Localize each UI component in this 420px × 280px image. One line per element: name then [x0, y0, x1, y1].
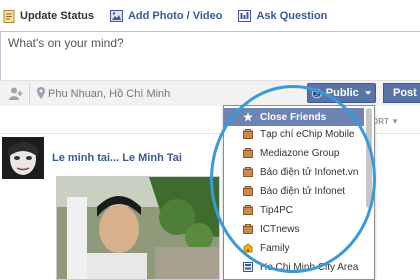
- chevron-down-icon: ▼: [391, 117, 400, 126]
- post-button[interactable]: Post: [383, 83, 420, 103]
- menu-item-label: Báo điện tử Infonet: [260, 185, 346, 197]
- tab-add-photo-video[interactable]: Add Photo / Video: [109, 10, 223, 22]
- menu-item-label: Family: [260, 242, 290, 254]
- menu-item-label: Tạp chí eChip Mobile: [260, 128, 355, 140]
- menu-item-close-friends[interactable]: Close Friends: [224, 108, 364, 126]
- list-icon: [243, 148, 253, 158]
- tab-label: Ask Question: [256, 10, 328, 22]
- tab-label: Update Status: [20, 10, 94, 22]
- menu-item-list[interactable]: Báo điện tử Infonet: [224, 182, 364, 200]
- menu-item-label: Báo điện tử Infonet.vn: [260, 166, 359, 178]
- post-label: Post: [393, 87, 417, 99]
- family-icon: [243, 243, 253, 253]
- divider: [29, 84, 30, 104]
- location-list-icon: [243, 262, 253, 272]
- star-icon: [243, 112, 253, 122]
- menu-item-location-list[interactable]: Ho Chi Minh City Area: [224, 258, 364, 276]
- menu-item-label: Ho Chi Minh City Area: [260, 261, 359, 273]
- composer-tabs: Update Status Add Photo / Video Ask Ques…: [0, 0, 420, 32]
- list-icon: [243, 224, 253, 234]
- post-photo[interactable]: [56, 176, 220, 280]
- tab-ask-question[interactable]: Ask Question: [238, 10, 327, 22]
- status-icon: [3, 9, 15, 23]
- menu-item-list[interactable]: Tip4PC: [224, 201, 364, 219]
- dropdown-scrollbar[interactable]: [366, 108, 372, 208]
- list-icon: [243, 205, 253, 215]
- question-icon: [238, 10, 252, 22]
- status-input[interactable]: [1, 32, 420, 80]
- menu-item-label: Tip4PC: [260, 204, 293, 216]
- avatar[interactable]: [2, 137, 44, 179]
- audience-dropdown-menu: Close Friends Tạp chí eChip Mobile Media…: [223, 105, 375, 280]
- location-pin-icon: [37, 87, 45, 99]
- tab-update-status[interactable]: Update Status: [3, 9, 94, 23]
- menu-item-label: Close Friends: [260, 111, 327, 123]
- menu-item-label: ICTnews: [260, 223, 300, 235]
- menu-item-list[interactable]: Tạp chí eChip Mobile: [224, 125, 364, 143]
- list-icon: [243, 167, 253, 177]
- globe-icon: [312, 88, 322, 98]
- post-author-line[interactable]: Le minh tai... Le Minh Tai: [52, 152, 182, 164]
- list-icon: [243, 129, 253, 139]
- menu-item-list[interactable]: Báo điện tử Infonet.vn: [224, 163, 364, 181]
- photo-icon: [109, 10, 123, 22]
- menu-item-family[interactable]: Family: [224, 239, 364, 257]
- location-text[interactable]: Phu Nhuan, Hồ Chí Minh: [48, 88, 170, 100]
- audience-selector-button[interactable]: Public: [307, 83, 376, 103]
- tab-label: Add Photo / Video: [127, 10, 223, 22]
- audience-label: Public: [325, 87, 359, 99]
- menu-item-label: Mediazone Group: [260, 147, 340, 159]
- menu-item-list[interactable]: Mediazone Group: [224, 144, 364, 162]
- sort-control[interactable]: ORT ▼: [372, 117, 399, 126]
- tag-friends-icon[interactable]: [9, 87, 23, 100]
- chevron-down-icon: [364, 91, 371, 95]
- menu-item-list[interactable]: ICTnews: [224, 220, 364, 238]
- list-icon: [243, 186, 253, 196]
